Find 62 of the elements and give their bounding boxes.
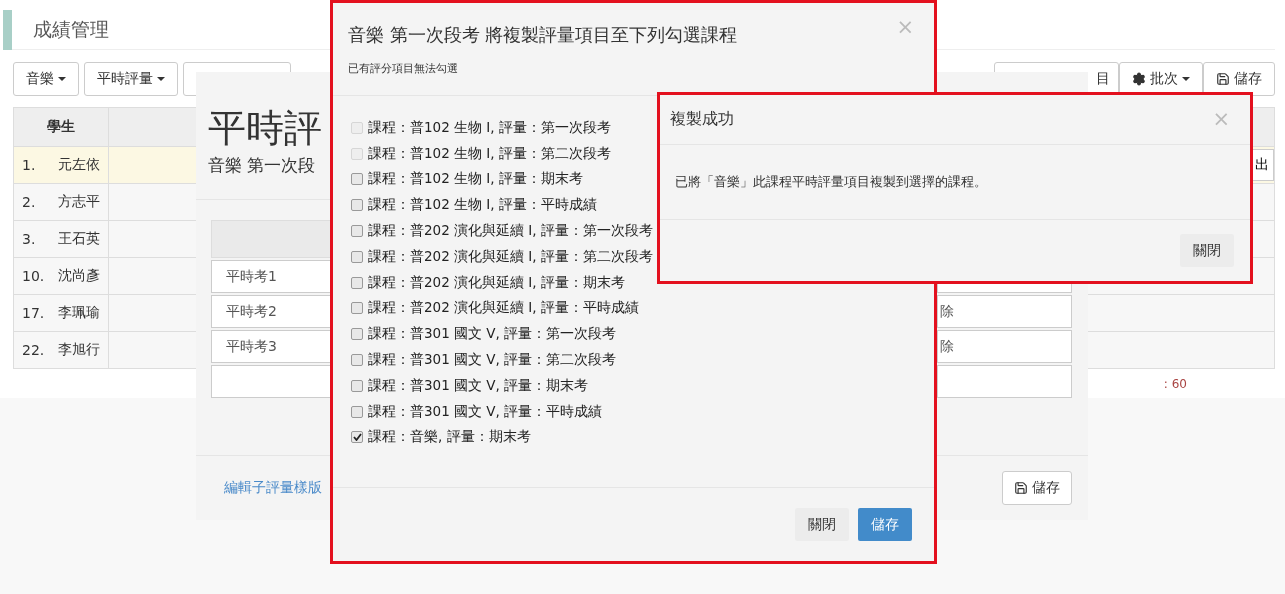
student-cell: 1. 元左依 [14,146,109,183]
student-cell: 22. 李旭行 [14,331,109,368]
checkbox[interactable] [351,328,363,341]
student-cell: 3. 王石英 [14,220,109,257]
checkbox[interactable] [351,354,363,367]
course-label: 課程：普301 國文 V, 評量：期末考 [368,376,589,395]
course-label: 課程：普202 演化與延續 I, 評量：期末考 [368,273,625,292]
checkbox[interactable] [351,173,363,186]
checkbox[interactable] [351,199,363,212]
dialog-subtitle: 音樂 第一次段 [208,154,316,177]
course-label: 課程：普202 演化與延續 I, 評量：第一次段考 [368,222,653,241]
save-icon [1014,481,1028,495]
success-message: 已將「音樂」此課程平時評量項目複製到選擇的課程。 [675,173,987,191]
student-name: 李珮瑜 [58,304,100,322]
student-name: 沈尚彥 [58,267,100,285]
delete-action[interactable]: 除 [938,330,1072,363]
course-label: 課程：普301 國文 V, 評量：平時成績 [368,402,603,421]
dialog-subtitle: 已有評分項目無法勾選 [348,61,458,76]
close-button[interactable]: 關閉 [1180,234,1234,267]
caret-icon [1182,77,1190,81]
caret-icon [157,77,165,81]
course-label: 課程：普202 演化與延續 I, 評量：第二次段考 [368,247,653,266]
checkbox[interactable] [351,302,363,315]
course-label: 課程：普102 生物 I, 評量：第一次段考 [368,118,611,137]
checkbox[interactable] [351,405,363,418]
delete-action[interactable]: 除 [938,295,1072,328]
column-header: 學生 [14,108,109,146]
template-link[interactable]: 編輯子評量樣版 [224,479,322,497]
course-label: 課程：普102 生物 I, 評量：第二次段考 [368,144,611,163]
save-button[interactable]: 儲存 [1203,62,1275,96]
dialog-title: 複製成功 [670,109,734,130]
checkbox[interactable] [351,379,363,392]
save-button[interactable]: 儲存 [1002,471,1072,505]
checkbox[interactable] [351,276,363,289]
score-note: : 60 [1163,377,1187,391]
student-cell: 17. 李珮瑜 [14,294,109,331]
dialog-title: 音樂 第一次段考 將複製評量項目至下列勾選課程 [348,23,738,47]
course-label: 課程：普102 生物 I, 評量：期末考 [368,170,583,189]
save-button[interactable]: 儲存 [858,508,912,541]
checkbox[interactable] [351,225,363,238]
course-label: 課程：普301 國文 V, 評量：第一次段考 [368,325,617,344]
page-title: 成績管理 [33,16,109,42]
student-name: 方志平 [58,193,100,211]
close-button[interactable]: 關閉 [795,508,849,541]
checkbox[interactable] [351,250,363,263]
student-name: 李旭行 [58,341,100,359]
dropdown-button[interactable]: 平時評量 [84,62,178,96]
course-label: 課程：普202 演化與延續 I, 評量：平時成績 [368,299,639,318]
settings-icon [1132,72,1146,86]
student-name: 元左依 [58,156,100,174]
course-label: 課程：普102 生物 I, 評量：平時成績 [368,196,597,215]
checkbox[interactable] [351,431,363,444]
dialog-title: 平時評 [208,108,322,148]
save-icon [1216,72,1230,86]
caret-icon [58,77,66,81]
student-name: 王石英 [58,230,100,248]
course-label: 課程：普301 國文 V, 評量：第二次段考 [368,351,617,370]
course-label: 課程：音樂, 評量：期末考 [368,428,531,447]
dropdown-button[interactable]: 音樂 [13,62,79,96]
header-accent-bar [3,9,12,50]
student-cell: 10. 沈尚彥 [14,257,109,294]
student-cell: 2. 方志平 [14,183,109,220]
